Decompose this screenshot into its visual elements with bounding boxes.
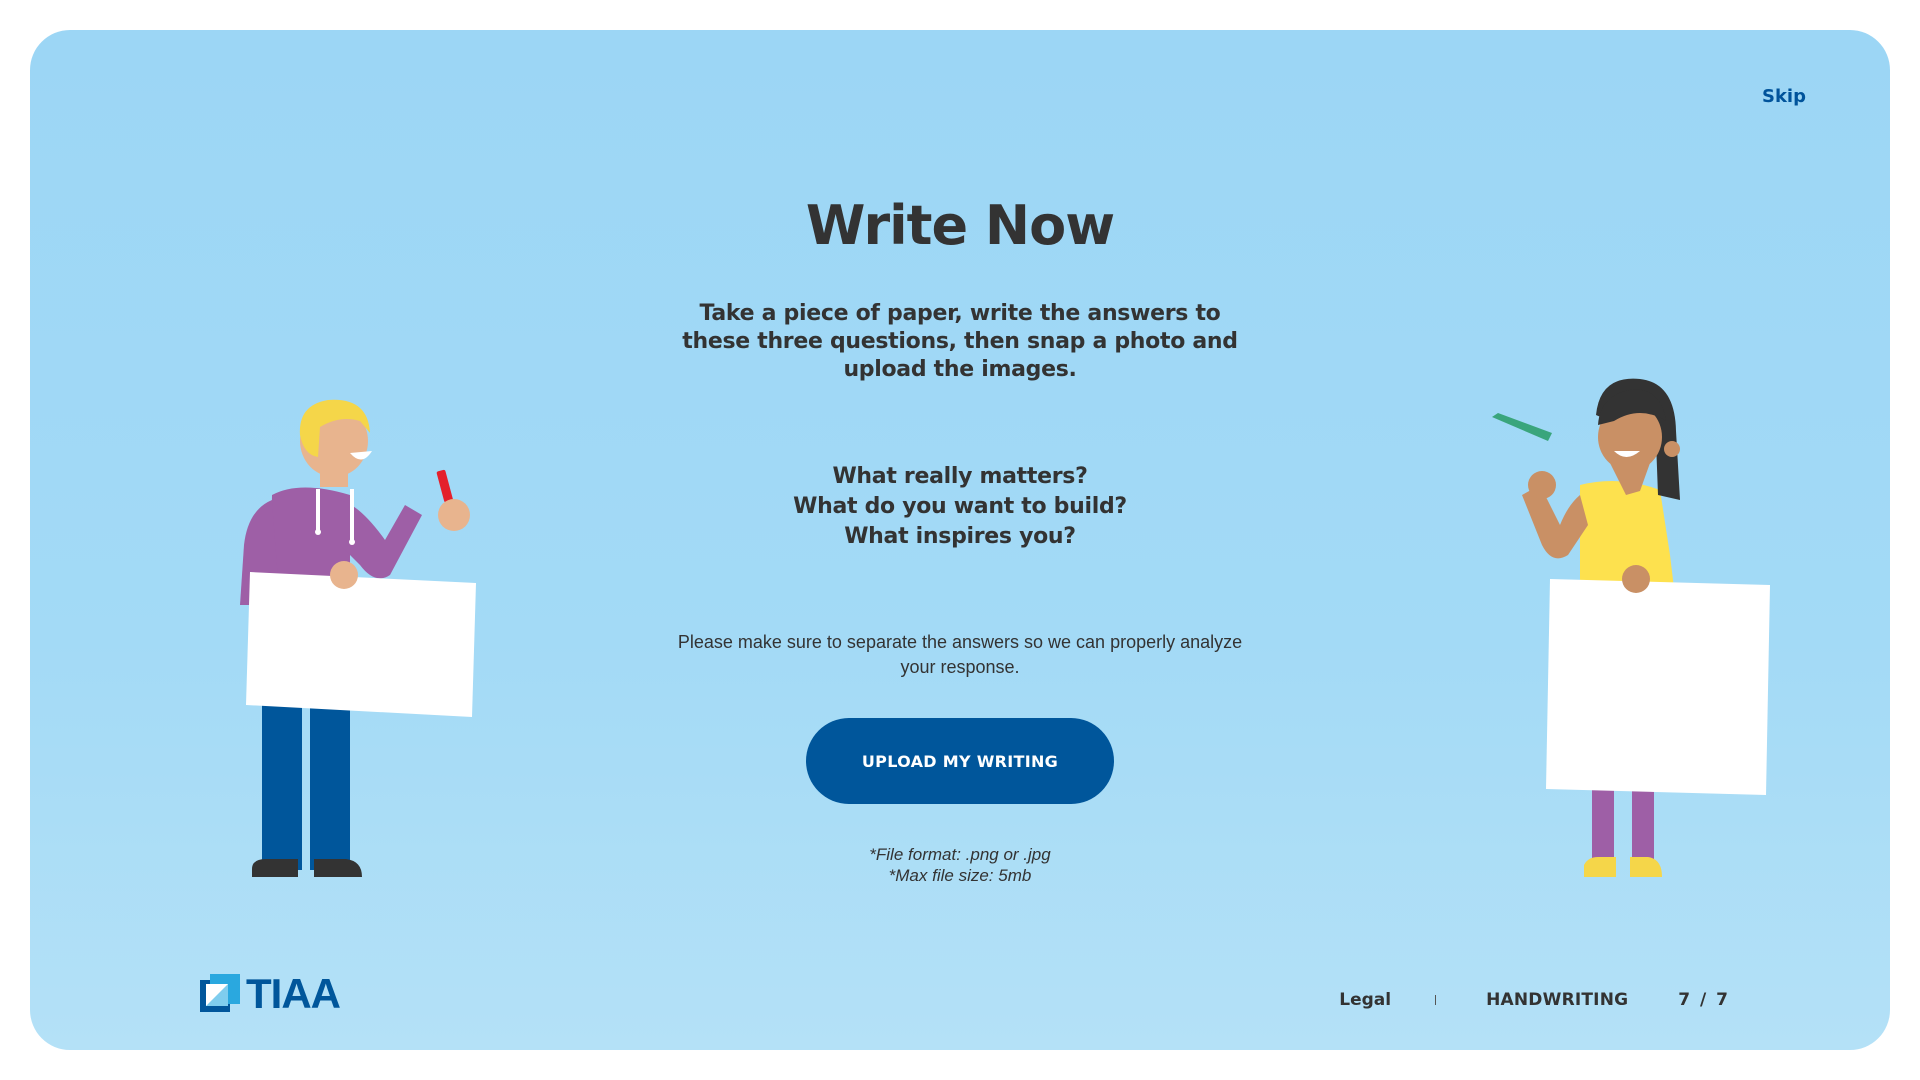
section-label: HANDWRITING: [1486, 990, 1629, 1010]
footer-nav: Legal HANDWRITING 7 / 7: [1339, 990, 1730, 1010]
upload-writing-button[interactable]: UPLOAD MY WRITING: [806, 718, 1114, 804]
page-counter: 7 / 7: [1678, 990, 1730, 1010]
person-with-sign-left: [240, 399, 476, 877]
tiaa-logo-text: TIAA: [246, 970, 341, 1017]
intro-text: Take a piece of paper, write the answers…: [682, 301, 1238, 382]
instruction-note: Please make sure to separate the answers…: [677, 632, 1243, 677]
page-title: Write Now: [805, 194, 1115, 257]
legal-link[interactable]: Legal: [1339, 990, 1391, 1010]
tiaa-logo: TIAA: [200, 970, 341, 1018]
skip-link[interactable]: Skip: [1762, 86, 1806, 107]
page-card: Skip Write Now Take a piece of paper, wr…: [30, 30, 1890, 1050]
person-with-sign-right: [1492, 378, 1770, 877]
tiaa-logo-icon: [200, 974, 240, 1012]
footer-divider: [1435, 995, 1437, 1005]
